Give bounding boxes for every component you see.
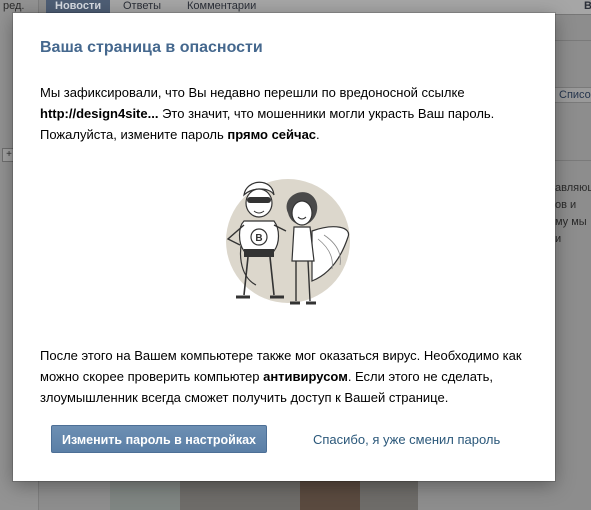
security-warning-dialog: Ваша страница в опасности Мы зафиксирова… <box>13 13 555 481</box>
paragraph-text: Мы зафиксировали, что Вы недавно перешли… <box>40 85 465 100</box>
dialog-title: Ваша страница в опасности <box>40 39 263 56</box>
background-photo <box>110 478 418 510</box>
girl-body <box>291 226 315 262</box>
emphasis-text: прямо сейчас <box>227 127 317 142</box>
tab-comments[interactable]: Комментарии <box>187 0 256 14</box>
already-changed-link[interactable]: Спасибо, я уже сменил пароль <box>313 432 500 447</box>
malicious-link: http://design4site... <box>40 106 159 121</box>
paragraph-text: . <box>316 127 320 142</box>
side-text-line: му мы и <box>555 216 587 245</box>
side-text-line: авляющ <box>555 182 591 194</box>
side-text: авляющ ов и му мы и <box>555 180 591 248</box>
side-text-line: ов и <box>555 199 577 211</box>
emphasis-text: антивирусом <box>263 369 348 384</box>
girl-face <box>291 200 313 226</box>
tab-news[interactable]: Новости <box>46 0 111 14</box>
change-password-button[interactable]: Изменить пароль в настройках <box>51 425 267 453</box>
edit-label: ред. <box>3 0 25 12</box>
tab-answers[interactable]: Ответы <box>123 0 161 14</box>
superhero-couple-illustration: B <box>226 179 350 305</box>
virus-paragraph: После этого на Вашем компьютере также мо… <box>40 345 540 408</box>
divider <box>554 40 591 41</box>
badge-letter: B <box>255 233 262 244</box>
warning-paragraph: Мы зафиксировали, что Вы недавно перешли… <box>40 82 540 145</box>
mask-icon <box>247 197 271 203</box>
divider <box>554 160 591 161</box>
list-button[interactable]: Списо <box>554 87 591 103</box>
top-right-item: В <box>584 0 591 12</box>
boy-belt <box>244 249 274 257</box>
